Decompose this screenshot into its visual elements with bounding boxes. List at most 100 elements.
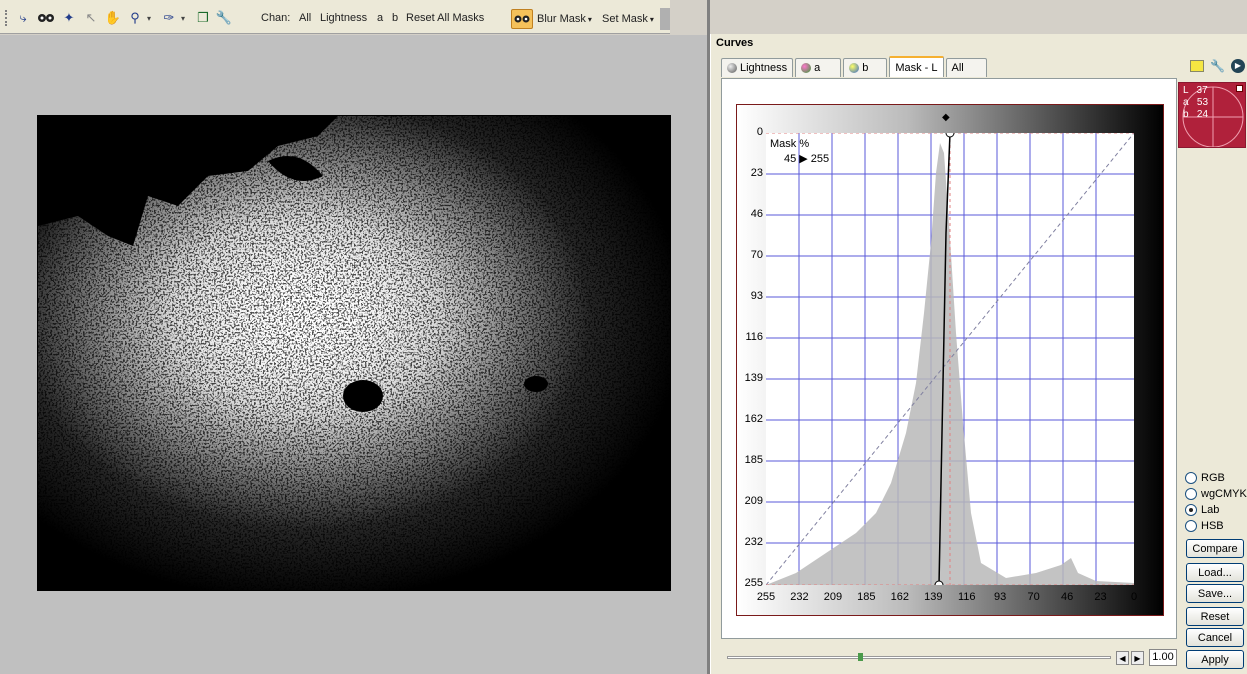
lasso-icon[interactable]: ⤷: [14, 9, 32, 27]
zoom-slider-thumb[interactable]: [857, 653, 863, 661]
eyedropper-dropdown-icon[interactable]: ▾: [179, 9, 187, 27]
swatch-close-icon[interactable]: [1236, 85, 1243, 92]
radio-wgcmyk[interactable]: [1185, 488, 1197, 500]
mask-icon[interactable]: [36, 9, 56, 27]
note-icon[interactable]: [1190, 60, 1204, 72]
blur-mask-icon[interactable]: [511, 9, 533, 29]
tab-lightness[interactable]: Lightness: [721, 58, 794, 77]
b-value: 24: [1196, 109, 1209, 120]
chan-a-button[interactable]: a: [377, 12, 383, 24]
apply-button[interactable]: Apply: [1186, 650, 1244, 669]
zoom-icon[interactable]: ⚲: [126, 9, 144, 27]
set-mask-dropdown-icon: ▾: [649, 14, 654, 24]
y-tick-label: 255: [744, 577, 763, 589]
wrench-icon[interactable]: 🔧: [215, 9, 233, 27]
radio-lab[interactable]: [1185, 504, 1197, 516]
mode-rgb-label: RGB: [1201, 472, 1225, 484]
copy-icon[interactable]: ❐: [194, 9, 212, 27]
toolbar: ⤷ ✦ ↖ ✋ ⚲ ▾ ✑ ▾ ❐ 🔧 Chan: All Lightness …: [0, 0, 670, 34]
x-tick-label: 232: [790, 591, 809, 603]
set-mask-button[interactable]: Set Mask ▾: [602, 10, 654, 28]
y-tick-label: 70: [750, 249, 763, 261]
reset-button[interactable]: Reset: [1186, 607, 1244, 626]
set-mask-label: Set Mask: [602, 13, 648, 25]
zoom-right-arrow-icon[interactable]: ▶: [1131, 651, 1144, 665]
cancel-button[interactable]: Cancel: [1186, 628, 1244, 647]
blur-mask-button[interactable]: Blur Mask ▾: [537, 10, 592, 28]
wrench-icon[interactable]: 🔧: [1210, 59, 1225, 73]
chan-label: Chan:: [261, 12, 291, 24]
hand-icon[interactable]: ✋: [104, 9, 122, 27]
toolbar-overflow[interactable]: [660, 8, 670, 30]
x-tick-label: 255: [756, 591, 776, 603]
tab-all[interactable]: All: [945, 58, 987, 77]
zoom-slider-track[interactable]: [727, 656, 1111, 659]
x-tick-label: 70: [1027, 591, 1040, 603]
y-tick-label: 0: [756, 126, 763, 138]
blur-mask-label: Blur Mask: [537, 13, 586, 25]
curve-plot[interactable]: [765, 128, 1135, 590]
l-value: 37: [1196, 85, 1208, 96]
curve-plot-graphic: [765, 128, 1135, 590]
reset-all-masks-button[interactable]: Reset All Masks: [406, 12, 484, 24]
toolbar-grip[interactable]: [5, 10, 8, 26]
mask-percent-label: Mask %: [770, 138, 810, 150]
x-tick-label: 185: [857, 591, 876, 603]
save-button[interactable]: Save...: [1186, 584, 1244, 603]
color-swatch[interactable]: L 37 a 53 b 24: [1178, 82, 1246, 148]
y-tick-label: 185: [744, 454, 763, 466]
magic-wand-icon[interactable]: ✦: [60, 9, 78, 27]
chan-lightness-button[interactable]: Lightness: [320, 12, 367, 24]
zoom-slider-row: ◀ ▶ 1.00: [721, 646, 1177, 668]
curves-panel: Curves Lightness a b Mask - L All Mask %…: [710, 34, 1247, 674]
y-tick-label: 232: [744, 536, 763, 548]
tab-b-label: b: [862, 62, 869, 74]
eyedropper-icon[interactable]: ✑: [160, 9, 178, 27]
y-tick-label: 23: [750, 167, 763, 179]
side-icons: 🔧 ▶: [1190, 59, 1245, 73]
y-tick-label: 209: [744, 495, 763, 507]
mode-hsb-label: HSB: [1201, 520, 1224, 532]
x-tick-label: 209: [823, 591, 843, 603]
tab-a-label: a: [814, 62, 821, 74]
load-button[interactable]: Load...: [1186, 563, 1244, 582]
l-label: L: [1183, 85, 1189, 96]
radio-rgb[interactable]: [1185, 472, 1197, 484]
chan-b-button[interactable]: b: [392, 12, 398, 24]
mode-lab-label: Lab: [1201, 504, 1220, 516]
tab-all-label: All: [951, 62, 964, 74]
mode-rgb[interactable]: RGB: [1185, 472, 1225, 484]
tab-a[interactable]: a: [795, 58, 842, 77]
color-ball-icon: [801, 63, 812, 73]
y-tick-label: 162: [744, 413, 763, 425]
x-tick-label: 139: [924, 591, 943, 603]
x-tick-label: 23: [1094, 591, 1107, 603]
channel-tabs: Lightness a b Mask - L All: [721, 56, 989, 78]
mask-range-value: 45 ▶ 255: [784, 153, 830, 165]
play-icon[interactable]: ▶: [1230, 59, 1245, 73]
mode-lab[interactable]: Lab: [1185, 504, 1219, 516]
tab-b[interactable]: b: [843, 58, 888, 77]
a-label: a: [1183, 97, 1189, 108]
tab-mask-l[interactable]: Mask - L: [889, 56, 944, 77]
curves-tab-content: Mask % 45 ▶ 255 ◆ 0 23 46 70 93 116 139 162 185 2…: [721, 78, 1177, 639]
compare-button[interactable]: Compare: [1186, 539, 1244, 558]
zoom-value[interactable]: 1.00: [1149, 649, 1177, 666]
pointer-icon[interactable]: ↖: [82, 9, 100, 27]
y-tick-label: 116: [745, 331, 763, 343]
mode-hsb[interactable]: HSB: [1185, 520, 1224, 532]
zoom-dropdown-icon[interactable]: ▾: [145, 9, 153, 27]
top-handle-icon[interactable]: ◆: [942, 112, 950, 123]
zoom-left-arrow-icon[interactable]: ◀: [1116, 651, 1129, 665]
gray-ball-icon: [727, 63, 737, 73]
tab-mask-l-label: Mask - L: [895, 61, 938, 74]
x-tick-label: 93: [994, 591, 1007, 603]
radio-hsb[interactable]: [1185, 520, 1197, 532]
chan-all-button[interactable]: All: [299, 12, 311, 24]
tab-lightness-label: Lightness: [740, 62, 788, 74]
x-tick-label: 116: [957, 591, 976, 603]
mask-preview-image[interactable]: [37, 115, 671, 591]
mode-wgcmyk[interactable]: wgCMYK: [1185, 488, 1247, 500]
y-tick-label: 46: [750, 208, 763, 220]
panel-title: Curves: [716, 37, 754, 49]
